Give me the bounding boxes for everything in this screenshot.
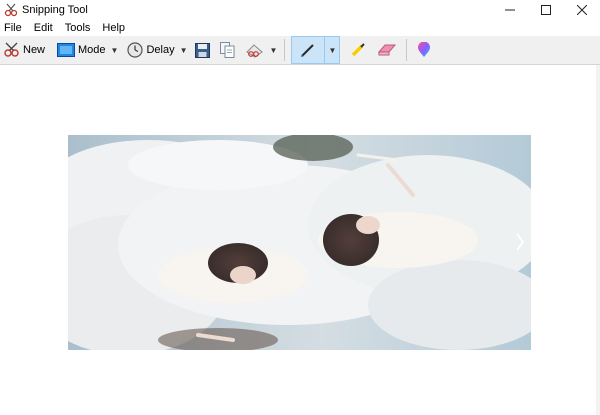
highlighter-button[interactable]: [348, 38, 368, 62]
delay-label: Delay: [146, 44, 175, 56]
menu-file[interactable]: File: [0, 22, 28, 34]
toolbar-separator-2: [406, 39, 408, 61]
highlighter-icon: [352, 43, 366, 57]
snip-photo: [68, 135, 531, 350]
toolbar: New Mode ▼ Delay ▼ ▼ ▼: [0, 36, 600, 65]
maximize-icon: [541, 5, 551, 15]
snipping-tool-app-icon: [4, 3, 18, 17]
mode-label: Mode: [78, 44, 106, 56]
save-icon: [194, 42, 210, 58]
send-snip-icon: [245, 44, 263, 58]
menu-tools[interactable]: Tools: [59, 22, 97, 34]
window-controls: [492, 0, 600, 20]
delay-dropdown-arrow[interactable]: ▼: [177, 46, 191, 55]
delay-clock-icon: [127, 42, 144, 58]
menu-help[interactable]: Help: [96, 22, 131, 34]
menu-bar: File Edit Tools Help: [0, 20, 600, 36]
minimize-icon: [505, 9, 515, 11]
new-button[interactable]: New: [2, 38, 47, 62]
toolbar-separator: [284, 39, 286, 61]
copy-button[interactable]: [218, 38, 237, 62]
new-snip-icon: [4, 42, 19, 57]
pen-dropdown-arrow[interactable]: ▼: [324, 37, 339, 63]
delay-button[interactable]: Delay: [125, 38, 176, 62]
mode-dropdown-arrow[interactable]: ▼: [108, 46, 122, 55]
mode-icon: [57, 43, 76, 57]
menu-edit[interactable]: Edit: [28, 22, 59, 34]
copy-icon: [219, 42, 235, 58]
save-button[interactable]: [193, 38, 212, 62]
vertical-scrollbar[interactable]: [596, 65, 600, 415]
mode-button[interactable]: Mode: [55, 38, 108, 62]
close-button[interactable]: [564, 0, 600, 20]
send-snip-button[interactable]: [243, 38, 267, 62]
paint-3d-button[interactable]: [415, 38, 433, 62]
new-label: New: [23, 44, 46, 56]
close-icon: [577, 5, 587, 15]
window-title: Snipping Tool: [22, 4, 88, 16]
pen-button[interactable]: [292, 38, 324, 62]
pen-button-group: ▼: [291, 36, 341, 64]
captured-snip-image: [68, 135, 531, 350]
maximize-button[interactable]: [528, 0, 564, 20]
eraser-icon: [378, 44, 397, 56]
eraser-button[interactable]: [376, 38, 398, 62]
title-bar: Snipping Tool: [0, 0, 600, 20]
send-dropdown-arrow[interactable]: ▼: [267, 46, 281, 55]
minimize-button[interactable]: [492, 0, 528, 20]
pen-icon: [301, 44, 315, 57]
snip-canvas: [0, 65, 600, 415]
paint-3d-icon: [418, 42, 431, 57]
